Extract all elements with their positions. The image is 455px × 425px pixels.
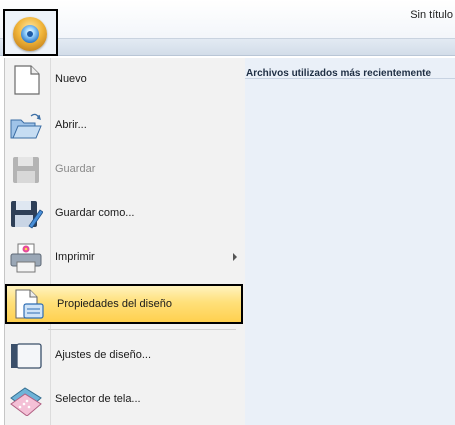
ribbon-strip xyxy=(0,39,455,56)
menu-item-label: Abrir... xyxy=(55,119,87,131)
recent-files-panel: Archivos utilizados más recientemente xyxy=(245,58,455,425)
menu-separator xyxy=(48,329,236,330)
menu-item-propiedades-del-diseno[interactable]: Propiedades del diseño xyxy=(5,284,243,324)
menu-item-imprimir[interactable]: Imprimir xyxy=(5,240,243,276)
fabric-selector-icon xyxy=(10,387,42,416)
title-bar: Sin título xyxy=(0,0,455,39)
printer-icon xyxy=(10,243,42,273)
menu-item-label: Imprimir xyxy=(55,251,95,263)
menu-item-guardar-como[interactable]: Guardar como... xyxy=(5,196,243,232)
submenu-arrow-icon xyxy=(233,253,237,261)
application-orb-icon xyxy=(13,17,47,51)
menu-item-guardar[interactable]: Guardar xyxy=(5,152,243,188)
design-properties-icon xyxy=(15,289,44,319)
application-menu-button[interactable] xyxy=(3,9,58,56)
design-settings-icon xyxy=(11,343,42,369)
menu-item-label: Nuevo xyxy=(55,73,87,85)
new-document-icon xyxy=(14,65,40,95)
save-as-icon xyxy=(11,201,43,229)
recent-files-title: Archivos utilizados más recientemente xyxy=(246,68,432,79)
menu-item-abrir[interactable]: Abrir... xyxy=(5,108,243,144)
window-title: Sin título xyxy=(410,9,453,21)
menu-item-label: Propiedades del diseño xyxy=(57,298,172,310)
menu-item-nuevo[interactable]: Nuevo xyxy=(5,62,243,98)
menu-item-label: Guardar xyxy=(55,163,96,175)
save-disk-icon xyxy=(13,157,39,183)
menu-item-ajustes-de-diseno[interactable]: Ajustes de diseño... xyxy=(5,338,243,374)
recent-files-header: Archivos utilizados más recientemente xyxy=(245,58,455,79)
menu-item-label: Guardar como... xyxy=(55,207,135,219)
menu-item-selector-de-tela[interactable]: Selector de tela... xyxy=(5,382,243,418)
menu-item-label: Selector de tela... xyxy=(55,393,141,405)
open-folder-icon xyxy=(10,113,42,139)
menu-item-label: Ajustes de diseño... xyxy=(55,349,152,361)
